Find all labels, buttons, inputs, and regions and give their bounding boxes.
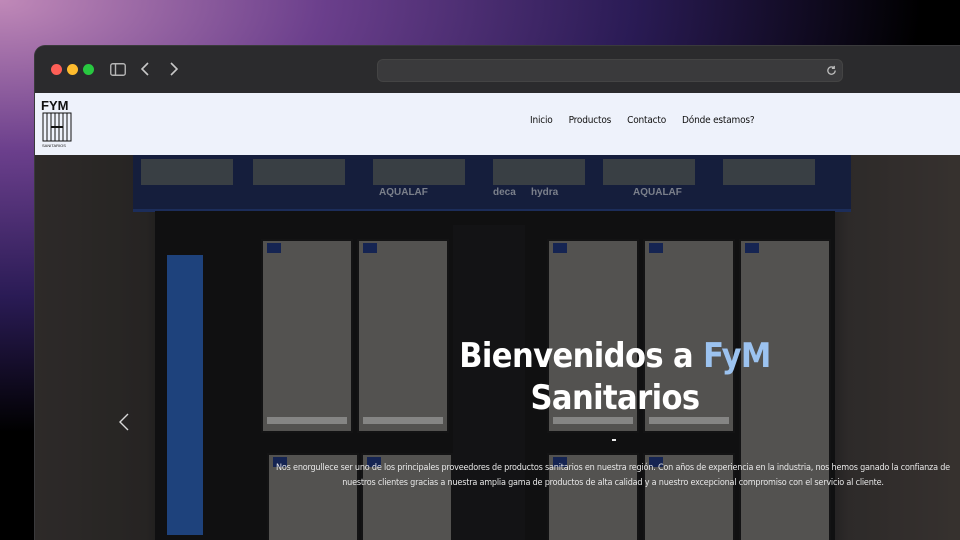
address-bar[interactable] [377,59,843,82]
back-arrow-icon[interactable] [138,60,152,78]
site-logo[interactable]: FYM SANITARIOS [41,98,75,148]
site-navbar: FYM SANITARIOS Inicio Productos Contacto… [35,93,960,155]
nav-link-inicio[interactable]: Inicio [530,115,553,126]
logo-text: FYM [41,98,68,113]
hero-title-accent: FyM [703,336,771,376]
maximize-window-button[interactable] [83,64,94,75]
title-divider [612,439,616,441]
hero-paragraph: Nos enorgullece ser uno de los principal… [276,463,950,488]
logo-subtext: SANITARIOS [42,143,66,148]
main-menu: Inicio Productos Contacto Dónde estamos? [530,115,755,126]
hero-title-pre: Bienvenidos a [459,336,704,376]
carousel-prev-arrow-icon[interactable] [117,410,131,434]
nav-link-donde-estamos[interactable]: Dónde estamos? [682,115,755,126]
sidebar-toggle-icon[interactable] [108,60,128,78]
nav-link-contacto[interactable]: Contacto [627,115,666,126]
web-page: FYM SANITARIOS Inicio Productos Contacto… [35,93,960,540]
close-window-button[interactable] [51,64,62,75]
minimize-window-button[interactable] [67,64,78,75]
hero-title-post: Sanitarios [530,378,701,418]
forward-arrow-icon[interactable] [167,60,181,78]
hero-carousel: AQUALAF deca hydra AQUALAF Bienvenidos a… [35,155,960,540]
browser-window: FYM SANITARIOS Inicio Productos Contacto… [35,46,960,540]
browser-titlebar [35,46,960,93]
reload-icon[interactable] [824,63,838,77]
hero-title: Bienvenidos a FyM Sanitarios [455,335,775,419]
nav-link-productos[interactable]: Productos [569,115,612,126]
